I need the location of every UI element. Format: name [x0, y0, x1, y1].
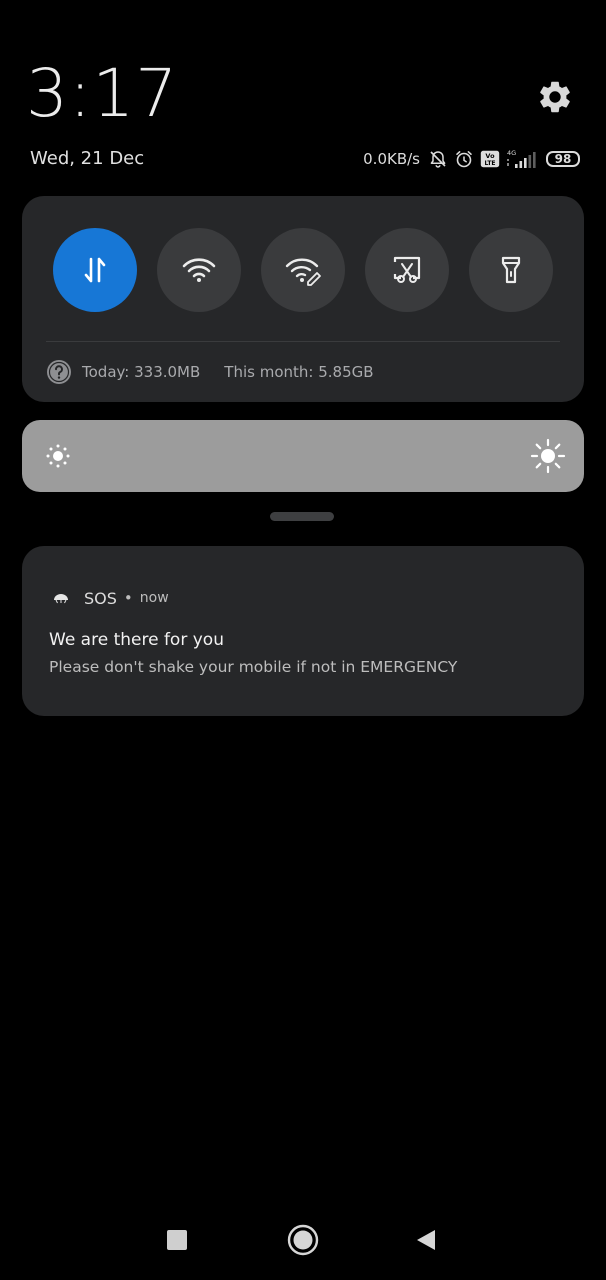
mobile-data-toggle[interactable]: [53, 228, 137, 312]
alarm-icon: [456, 151, 472, 168]
net-speed: 0.0KB/s: [363, 150, 420, 168]
battery-icon: 98: [546, 151, 580, 167]
notification-separator: •: [123, 589, 133, 607]
notification-body: Please don't shake your mobile if not in…: [49, 658, 458, 676]
usage-month: This month: 5.85GB: [224, 363, 374, 381]
hotspot-toggle[interactable]: [261, 228, 345, 312]
flashlight-toggle[interactable]: [469, 228, 553, 312]
status-icons: 0.0KB/s Vo LTE 4G 98: [363, 146, 580, 172]
notification-app-name: SOS: [84, 588, 117, 608]
wifi-edit-icon: [285, 258, 321, 286]
notification-header: SOS • now: [52, 586, 169, 610]
svg-text:LTE: LTE: [484, 160, 495, 167]
flashlight-icon: [501, 256, 521, 284]
app-icon: [54, 594, 68, 604]
divider: [46, 341, 560, 342]
notification-time: now: [139, 590, 169, 606]
scissors-screen-icon: [393, 256, 421, 283]
notification-shade: 3:17 Wed, 21 Dec 0.0KB/s Vo LTE 4G 98 To…: [0, 0, 606, 1280]
network-type: 4G: [507, 149, 516, 157]
recents-button[interactable]: [167, 1230, 187, 1250]
svg-text:Vo: Vo: [485, 152, 495, 160]
volte-icon: Vo LTE: [480, 150, 500, 168]
gear-icon[interactable]: [536, 78, 574, 116]
quick-settings-panel: Today: 333.0MB This month: 5.85GB: [22, 196, 584, 402]
notification-card[interactable]: SOS • now We are there for you Please do…: [22, 546, 584, 716]
brightness-high-icon: [530, 438, 566, 474]
wifi-toggle[interactable]: [157, 228, 241, 312]
notification-title: We are there for you: [49, 630, 224, 650]
usage-today: Today: 333.0MB: [82, 363, 201, 381]
date[interactable]: Wed, 21 Dec: [30, 146, 144, 172]
back-button[interactable]: [416, 1229, 436, 1251]
signal-icon: 4G: [507, 149, 536, 168]
clock[interactable]: 3:17: [26, 54, 178, 134]
screenshot-toggle[interactable]: [365, 228, 449, 312]
data-usage-row[interactable]: Today: 333.0MB This month: 5.85GB: [46, 358, 374, 386]
brightness-slider[interactable]: [22, 420, 584, 492]
home-button[interactable]: [287, 1224, 319, 1256]
data-transfer-icon: [84, 257, 106, 283]
wifi-icon: [182, 258, 216, 282]
drag-handle[interactable]: [270, 512, 334, 521]
silent-bell-icon: [430, 151, 446, 168]
help-icon: [47, 360, 71, 384]
brightness-low-icon: [46, 444, 70, 468]
